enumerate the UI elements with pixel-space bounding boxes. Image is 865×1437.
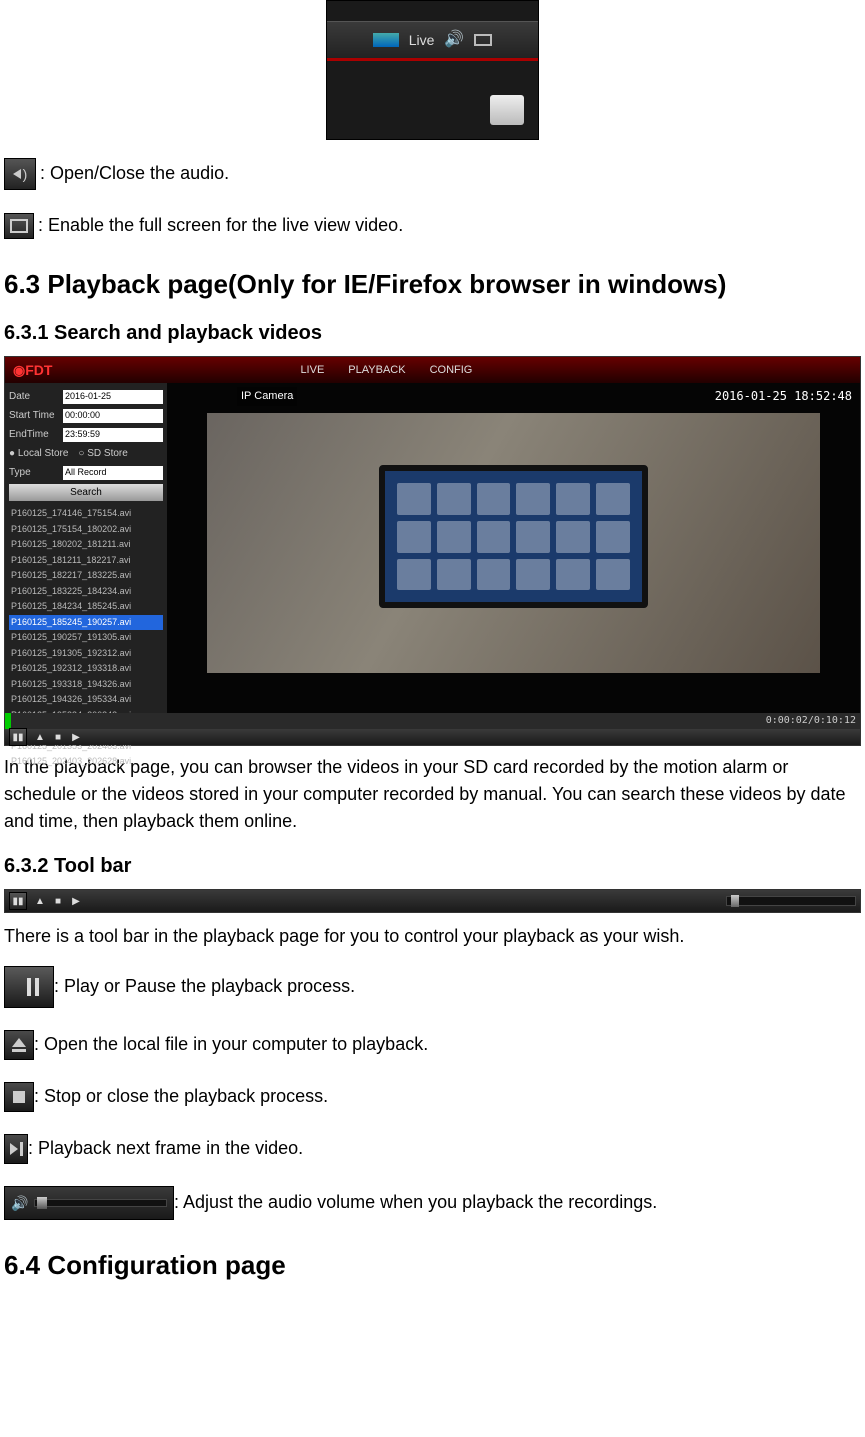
speaker-icon: 🔊 [444, 28, 464, 52]
playback-page-screenshot: ◉FDT LIVE PLAYBACK CONFIG Date 2016-01-25… [4, 356, 861, 746]
play-pause-button[interactable]: ▮▮ [9, 892, 27, 910]
playback-sidebar: Date 2016-01-25 Start Time 00:00:00 EndTim… [5, 383, 167, 713]
playback-video-area: IP Camera 2016-01-25 18:52:48 [167, 383, 860, 713]
file-list-item[interactable]: P160125_184234_185245.avi [9, 599, 163, 615]
open-file-icon [4, 1030, 34, 1060]
start-time-input[interactable]: 00:00:00 [63, 409, 163, 423]
local-store-radio[interactable]: ● Local Store [9, 446, 68, 461]
play-desc-text: : Play or Pause the playback process. [54, 976, 355, 996]
volume-slider-icon: 🔊 [4, 1186, 174, 1220]
file-list-item[interactable]: P160125_202403_202628.avi [9, 754, 163, 770]
next-frame-button[interactable]: ▶ [71, 896, 81, 906]
camera-label: IP Camera [237, 387, 297, 406]
date-label: Date [9, 389, 59, 404]
playback-toolbar-embedded: ▮▮ ▲ ■ ▶ [5, 729, 860, 745]
vol-desc-line: 🔊: Adjust the audio volume when you play… [4, 1186, 861, 1220]
heading-6-3-2: 6.3.2 Tool bar [4, 851, 861, 881]
play-pause-icon [4, 966, 54, 1008]
open-desc-line: : Open the local file in your computer t… [4, 1030, 861, 1060]
type-select[interactable]: All Record [63, 466, 163, 480]
file-list-item[interactable]: P160125_180202_181211.avi [9, 537, 163, 553]
audio-description-line: : Open/Close the audio. [4, 158, 861, 190]
nav-config[interactable]: CONFIG [430, 362, 473, 379]
file-list-item[interactable]: P160125_175154_180202.avi [9, 522, 163, 538]
date-input[interactable]: 2016-01-25 [63, 390, 163, 404]
live-label: Live [409, 30, 435, 51]
sd-card-icon [490, 95, 524, 125]
next-desc-text: : Playback next frame in the video. [28, 1138, 303, 1158]
heading-6-3: 6.3 Playback page(Only for IE/Firefox br… [4, 265, 861, 304]
sd-store-radio[interactable]: ○ SD Store [78, 446, 127, 461]
search-button[interactable]: Search [9, 484, 163, 501]
next-frame-icon [4, 1134, 28, 1164]
stop-button[interactable]: ■ [53, 732, 63, 742]
file-list-item[interactable]: P160125_190257_191305.avi [9, 630, 163, 646]
play-desc-line: : Play or Pause the playback process. [4, 966, 861, 1008]
end-time-input[interactable]: 23:59:59 [63, 428, 163, 442]
live-indicator-icon [373, 33, 399, 47]
audio-desc-text: : Open/Close the audio. [40, 163, 229, 183]
fullscreen-icon [474, 34, 492, 46]
play-pause-button[interactable]: ▮▮ [9, 728, 27, 746]
brand-logo: ◉FDT [5, 360, 60, 381]
timebar-counter: 0:00:02/0:10:12 [766, 713, 856, 728]
nav-playback[interactable]: PLAYBACK [348, 362, 405, 379]
toolbar-screenshot: ▮▮ ▲ ■ ▶ [4, 889, 861, 913]
fullscreen-desc-text: : Enable the full screen for the live vi… [38, 215, 403, 235]
stop-desc-text: : Stop or close the playback process. [34, 1086, 328, 1106]
file-list-item[interactable]: P160125_191305_192312.avi [9, 646, 163, 662]
playback-top-nav: ◉FDT LIVE PLAYBACK CONFIG [5, 357, 860, 383]
toolbar-paragraph: There is a tool bar in the playback page… [4, 923, 861, 950]
audio-toggle-icon [4, 158, 36, 190]
fullscreen-description-line: : Enable the full screen for the live vi… [4, 212, 861, 239]
open-desc-text: : Open the local file in your computer t… [34, 1034, 428, 1054]
next-frame-button[interactable]: ▶ [71, 732, 81, 742]
file-list-item[interactable]: P160125_183225_184234.avi [9, 584, 163, 600]
end-time-label: EndTime [9, 427, 59, 442]
volume-slider[interactable] [726, 896, 856, 906]
next-desc-line: : Playback next frame in the video. [4, 1134, 861, 1164]
fullscreen-toggle-icon [4, 213, 34, 239]
file-list-item[interactable]: P160125_185245_190257.avi [9, 615, 163, 631]
video-timestamp: 2016-01-25 18:52:48 [715, 387, 852, 405]
file-list-item[interactable]: P160125_192312_193318.avi [9, 661, 163, 677]
open-file-button[interactable]: ▲ [35, 896, 45, 906]
playback-timebar[interactable]: 0:00:02/0:10:12 [5, 713, 860, 729]
stop-icon [4, 1082, 34, 1112]
stop-desc-line: : Stop or close the playback process. [4, 1082, 861, 1112]
heading-6-3-1: 6.3.1 Search and playback videos [4, 318, 861, 348]
live-toolbar-screenshot: Live 🔊 [326, 0, 539, 140]
file-list-item[interactable]: P160125_182217_183225.avi [9, 568, 163, 584]
nav-live[interactable]: LIVE [300, 362, 324, 379]
file-list-item[interactable]: P160125_193318_194326.avi [9, 677, 163, 693]
stop-button[interactable]: ■ [53, 896, 63, 906]
file-list-item[interactable]: P160125_181211_182217.avi [9, 553, 163, 569]
file-list-item[interactable]: P160125_194326_195334.avi [9, 692, 163, 708]
file-list-item[interactable]: P160125_174146_175154.avi [9, 506, 163, 522]
open-file-button[interactable]: ▲ [35, 732, 45, 742]
heading-6-4: 6.4 Configuration page [4, 1246, 861, 1285]
start-time-label: Start Time [9, 408, 59, 423]
type-label: Type [9, 465, 59, 480]
vol-desc-text: : Adjust the audio volume when you playb… [174, 1192, 657, 1212]
